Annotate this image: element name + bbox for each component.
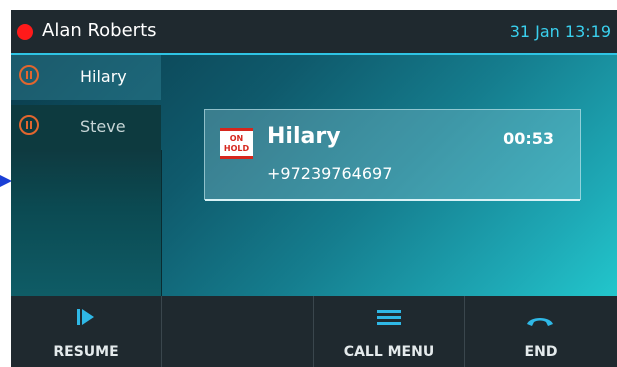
resume-button[interactable]: RESUME (11, 296, 162, 367)
end-label: END (524, 344, 558, 360)
status-bar: Alan Roberts 31 Jan 13:19 (11, 10, 617, 53)
end-call-icon (527, 318, 553, 326)
call-list-item-name: Hilary (80, 67, 127, 86)
menu-icon (377, 310, 401, 326)
date-time: 31 Jan 13:19 (509, 22, 611, 41)
end-call-button[interactable]: END (465, 296, 617, 367)
call-list-item-name: Steve (80, 117, 126, 136)
resume-label: RESUME (53, 344, 119, 360)
softkey-bar: RESUME CALL MENU END (11, 296, 617, 367)
call-list-panel (11, 150, 162, 296)
call-timer: 00:53 (503, 129, 554, 148)
call-menu-button[interactable]: CALL MENU (314, 296, 465, 367)
hold-icon (19, 65, 39, 85)
hold-icon (19, 115, 39, 135)
active-call-card[interactable]: ON HOLD Hilary 00:53 +97239764697 (204, 109, 581, 201)
owner-name: Alan Roberts (42, 20, 157, 41)
caller-name: Hilary (267, 124, 341, 149)
card-underline (205, 199, 580, 201)
on-hold-badge-line2: HOLD (223, 144, 250, 153)
resume-icon (77, 309, 97, 325)
phone-screen: Alan Roberts 31 Jan 13:19 Hilary Steve O… (11, 10, 617, 367)
on-hold-badge-line1: ON (229, 134, 244, 143)
call-area: Hilary Steve ON HOLD Hilary 00:53 +97239… (11, 53, 617, 296)
caller-number: +97239764697 (267, 164, 393, 183)
call-list-item-steve[interactable]: Steve (11, 105, 161, 150)
presence-dot-icon (17, 24, 33, 40)
on-hold-badge-icon: ON HOLD (220, 128, 253, 159)
call-menu-label: CALL MENU (343, 344, 435, 360)
empty-softkey[interactable] (162, 296, 314, 367)
call-list-item-hilary[interactable]: Hilary (11, 55, 161, 100)
